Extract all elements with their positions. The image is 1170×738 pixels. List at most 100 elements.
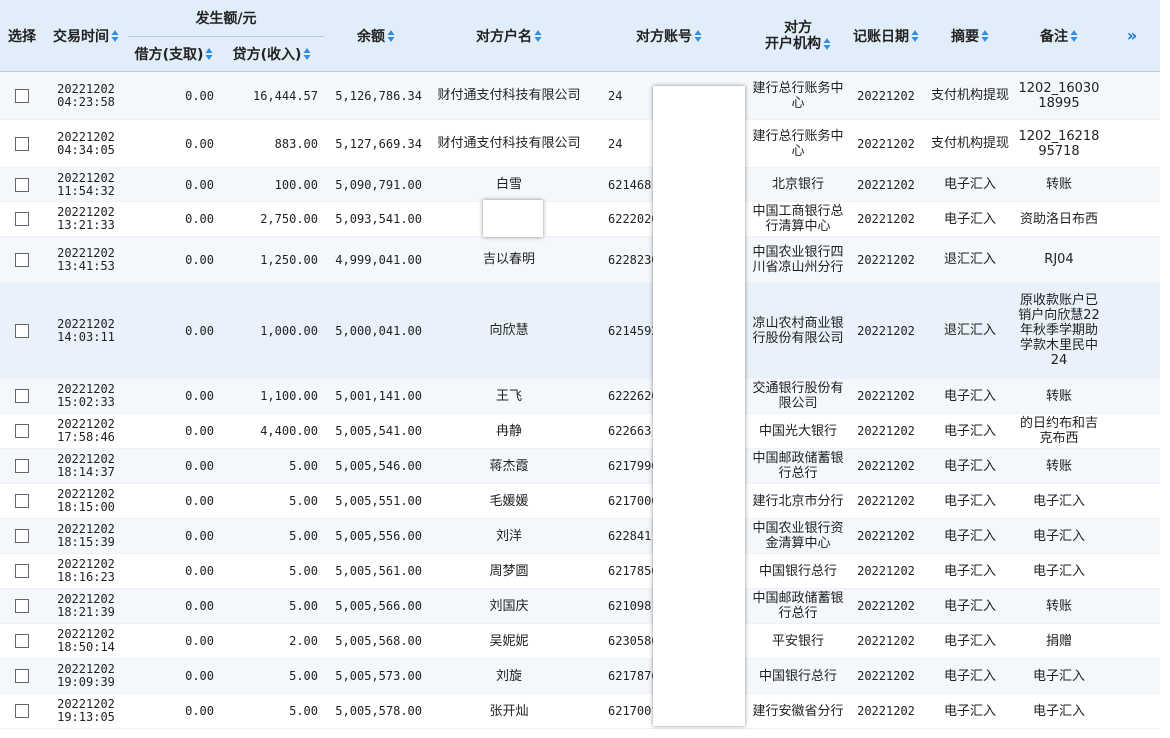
remark-header[interactable]: 备注	[1016, 0, 1102, 72]
table-row[interactable]: 20221202 13:41:53 0.00 1,250.00 4,999,041.00…	[0, 236, 1160, 283]
sort-icon[interactable]	[111, 29, 119, 43]
debit-header[interactable]: 借方(支取)	[128, 36, 220, 72]
row-select-cell[interactable]	[0, 483, 44, 519]
table-row[interactable]: 20221202 18:50:14 0.00 2.00 5,005,568.00 吴妮妮 6…	[0, 623, 1160, 659]
counterparty-institution: 建行北京市分行	[748, 483, 848, 519]
table-row[interactable]: 20221202 15:02:33 0.00 1,100.00 5,001,141.00…	[0, 378, 1160, 414]
sort-icon[interactable]	[303, 47, 311, 61]
row-select-cell[interactable]	[0, 71, 44, 120]
row-select-cell[interactable]	[0, 693, 44, 729]
balance-amount: 4,999,041.00	[324, 236, 428, 283]
row-select-cell[interactable]	[0, 588, 44, 624]
row-select-cell[interactable]	[0, 413, 44, 449]
row-select-cell[interactable]	[0, 119, 44, 168]
row-checkbox[interactable]	[15, 389, 29, 404]
row-checkbox[interactable]	[15, 177, 29, 192]
time-header[interactable]: 交易时间	[44, 0, 128, 72]
table-row[interactable]: 20221202 14:03:11 0.00 1,000.00 5,000,041.00…	[0, 282, 1160, 379]
row-select-cell[interactable]	[0, 518, 44, 554]
more-columns-button[interactable]: »	[1102, 0, 1160, 72]
transaction-time: 20221202 19:09:39	[44, 658, 128, 694]
sort-icon[interactable]	[1070, 29, 1078, 43]
row-select-cell[interactable]	[0, 448, 44, 484]
empty-cell	[1102, 448, 1160, 484]
posting-date-header[interactable]: 记账日期	[848, 0, 924, 72]
sort-icon[interactable]	[205, 47, 213, 61]
table-row[interactable]: 20221202 04:23:58 0.00 16,444.57 5,126,786.3…	[0, 71, 1160, 120]
balance-header[interactable]: 余额	[324, 0, 428, 72]
credit-amount: 1,250.00	[220, 236, 324, 283]
transaction-time: 20221202 13:41:53	[44, 236, 128, 283]
counterparty-name: 张开灿	[428, 693, 590, 729]
row-select-cell[interactable]	[0, 282, 44, 379]
transaction-time: 20221202 13:21:33	[44, 201, 128, 237]
table-row[interactable]: 20221202 18:14:37 0.00 5.00 5,005,546.00 蒋杰霞 6…	[0, 448, 1160, 484]
row-select-cell[interactable]	[0, 623, 44, 659]
table-row[interactable]: 20221202 19:13:05 0.00 5.00 5,005,578.00 张开灿 6…	[0, 693, 1160, 729]
transaction-time: 20221202 04:23:58	[44, 71, 128, 120]
summary: 退汇汇入	[924, 282, 1016, 379]
row-select-cell[interactable]	[0, 553, 44, 589]
row-checkbox[interactable]	[15, 212, 29, 227]
row-checkbox[interactable]	[15, 599, 29, 614]
row-checkbox[interactable]	[15, 669, 29, 684]
table-row[interactable]: 20221202 18:15:00 0.00 5.00 5,005,551.00 毛媛媛 6…	[0, 483, 1160, 519]
table-row[interactable]: 20221202 04:34:05 0.00 883.00 5,127,669.34 财付…	[0, 119, 1160, 168]
counterparty-institution: 中国银行总行	[748, 553, 848, 589]
row-checkbox[interactable]	[15, 494, 29, 509]
counterparty-institution: 交通银行股份有限公司	[748, 378, 848, 414]
summary-header[interactable]: 摘要	[924, 0, 1016, 72]
counterparty-name-header[interactable]: 对方户名	[428, 0, 590, 72]
row-checkbox[interactable]	[15, 564, 29, 579]
debit-amount: 0.00	[128, 553, 220, 589]
row-checkbox[interactable]	[15, 529, 29, 544]
empty-cell	[1102, 518, 1160, 554]
double-chevron-right-icon[interactable]: »	[1127, 26, 1137, 45]
row-checkbox[interactable]	[15, 323, 29, 338]
empty-cell	[1102, 658, 1160, 694]
row-select-cell[interactable]	[0, 201, 44, 237]
table-row[interactable]: 20221202 18:16:23 0.00 5.00 5,005,561.00 周梦圆 6…	[0, 553, 1160, 589]
transaction-time: 20221202 18:16:23	[44, 553, 128, 589]
row-select-cell[interactable]	[0, 658, 44, 694]
table-row[interactable]: 20221202 19:09:39 0.00 5.00 5,005,573.00 刘旋 62…	[0, 658, 1160, 694]
remark: 捐赠	[1016, 623, 1102, 659]
row-checkbox[interactable]	[15, 459, 29, 474]
remark: 转账	[1016, 448, 1102, 484]
transaction-time: 20221202 18:15:39	[44, 518, 128, 554]
table-row[interactable]: 20221202 18:15:39 0.00 5.00 5,005,556.00 刘洋 62…	[0, 518, 1160, 554]
counterparty-account-header[interactable]: 对方账号	[590, 0, 748, 72]
row-checkbox[interactable]	[15, 252, 29, 267]
sort-icon[interactable]	[534, 29, 542, 43]
row-select-cell[interactable]	[0, 167, 44, 202]
table-row[interactable]: 20221202 11:54:32 0.00 100.00 5,090,791.00 白雪…	[0, 167, 1160, 202]
empty-cell	[1102, 588, 1160, 624]
institution-header[interactable]: 对方 开户机构	[748, 0, 848, 72]
summary: 退汇汇入	[924, 236, 1016, 283]
sort-icon[interactable]	[387, 29, 395, 43]
sort-icon[interactable]	[694, 29, 702, 43]
row-select-cell[interactable]	[0, 236, 44, 283]
sort-icon[interactable]	[981, 29, 989, 43]
empty-cell	[1102, 483, 1160, 519]
counterparty-institution: 中国邮政储蓄银行总行	[748, 448, 848, 484]
counterparty-name: 财付通支付科技有限公司	[428, 71, 590, 120]
summary: 电子汇入	[924, 378, 1016, 414]
sort-icon[interactable]	[911, 29, 919, 43]
balance-amount: 5,005,568.00	[324, 623, 428, 659]
row-checkbox[interactable]	[15, 424, 29, 439]
table-row[interactable]: 20221202 13:21:33 0.00 2,750.00 5,093,541.00…	[0, 201, 1160, 237]
table-row[interactable]: 20221202 18:21:39 0.00 5.00 5,005,566.00 刘国庆 6…	[0, 588, 1160, 624]
table-row[interactable]: 20221202 17:58:46 0.00 4,400.00 5,005,541.00…	[0, 413, 1160, 449]
row-checkbox[interactable]	[15, 704, 29, 719]
row-checkbox[interactable]	[15, 136, 29, 151]
sort-icon[interactable]	[823, 37, 831, 51]
row-checkbox[interactable]	[15, 634, 29, 649]
counterparty-institution: 中国农业银行四川省凉山州分行	[748, 236, 848, 283]
summary: 电子汇入	[924, 553, 1016, 589]
row-checkbox[interactable]	[15, 88, 29, 103]
remark: 原收款账户已销户向欣慧22年秋季学期助学款木里民中24	[1016, 282, 1102, 379]
credit-header[interactable]: 贷方(收入)	[220, 36, 324, 72]
balance-amount: 5,005,561.00	[324, 553, 428, 589]
row-select-cell[interactable]	[0, 378, 44, 414]
